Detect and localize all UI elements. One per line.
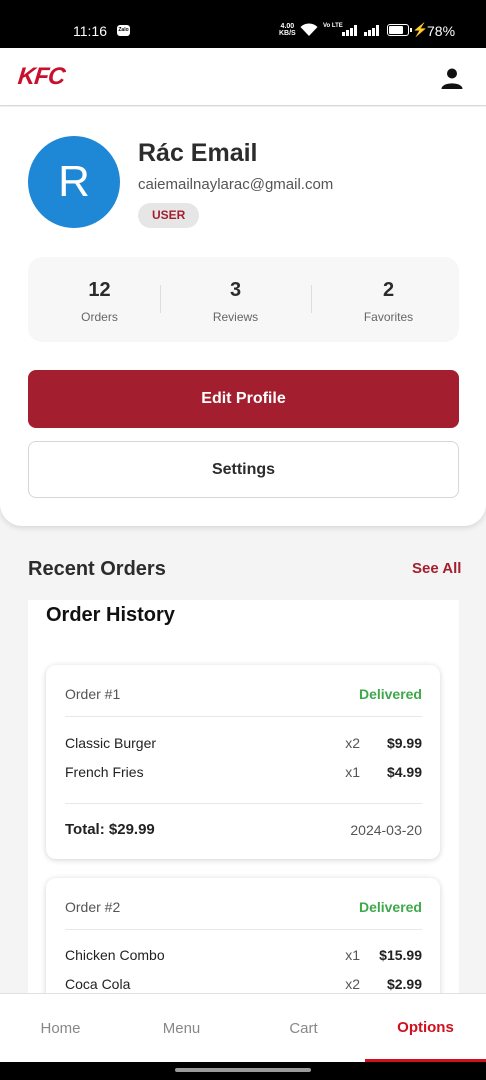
stat-divider [311,285,312,313]
battery-icon [387,24,412,36]
app-bar: KFC [0,48,486,106]
zalo-notification-icon: Zalo [117,25,130,36]
item-price: $15.99 [379,947,422,963]
stat-favorites: 2 Favorites [317,257,460,342]
profile-name: Rác Email [138,139,258,167]
charging-icon: ⚡ [412,22,429,37]
stat-orders: 12 Orders [28,257,171,342]
item-name: French Fries [65,764,144,780]
stat-label: Favorites [363,310,414,324]
order-history-title: Order History [46,604,175,626]
stat-label: Reviews [212,310,259,324]
signal-icon [342,25,358,36]
see-all-link[interactable]: See All [412,560,461,577]
network-speed: 4.00 KB/S [279,23,296,37]
nav-cart[interactable]: Cart [243,994,364,1062]
profile-email: caiemailnaylarac@gmail.com [138,176,334,193]
stat-label: Orders [81,310,118,324]
status-bar: 11:16 Zalo 4.00 KB/S Vo LTE ⚡ 78% [0,0,486,48]
stats-panel: 12 Orders 3 Reviews 2 Favorites [28,257,459,342]
edit-profile-button[interactable]: Edit Profile [28,370,459,428]
gesture-bar [0,1062,486,1080]
stat-divider [160,285,161,313]
order-card[interactable]: Order #1 Delivered Classic Burger x2 $9.… [46,665,440,859]
stat-value: 3 [229,279,242,301]
bottom-nav: Home Menu Cart Options [0,993,486,1062]
item-price: $9.99 [386,735,422,751]
settings-button[interactable]: Settings [28,441,459,498]
volte-icon: Vo LTE [323,23,343,29]
order-total: Total: $29.99 [65,821,155,838]
recent-orders-heading: Recent Orders [28,558,166,580]
home-indicator[interactable] [175,1068,311,1072]
item-qty: x1 [345,764,360,780]
order-divider [65,716,422,717]
avatar: R [28,136,120,228]
order-status: Delivered [358,899,422,915]
network-speed-unit: KB/S [279,30,296,37]
kfc-logo[interactable]: KFC [17,63,66,91]
item-price: $4.99 [386,764,422,780]
order-status: Delivered [358,686,422,702]
order-history-panel[interactable]: Order History Order #1 Delivered Classic… [28,600,459,993]
item-price: $2.99 [386,976,422,992]
network-speed-value: 4.00 [280,23,295,30]
battery-percent: 78% [427,23,456,39]
stat-value: 12 [88,279,111,301]
item-qty: x2 [345,976,360,992]
item-qty: x1 [345,947,360,963]
item-name: Coca Cola [65,976,131,992]
item-name: Chicken Combo [65,947,165,963]
order-divider [65,803,422,804]
order-divider [65,929,422,930]
stat-reviews: 3 Reviews [164,257,307,342]
status-time: 11:16 [73,23,107,39]
nav-menu[interactable]: Menu [121,994,242,1062]
person-icon[interactable] [440,66,464,90]
item-name: Classic Burger [65,735,157,751]
nav-home[interactable]: Home [0,994,121,1062]
signal-icon-sim2 [364,25,380,36]
order-id: Order #2 [65,899,121,915]
order-card[interactable]: Order #2 Delivered Chicken Combo x1 $15.… [46,878,440,993]
role-badge: USER [138,203,200,228]
profile-card: R Rác Email caiemailnaylarac@gmail.com U… [0,107,486,526]
wifi-icon [300,23,318,36]
item-qty: x2 [345,735,360,751]
order-id: Order #1 [65,686,121,702]
order-date: 2024-03-20 [350,822,422,838]
nav-options[interactable]: Options [365,994,486,1062]
stat-value: 2 [382,279,395,301]
